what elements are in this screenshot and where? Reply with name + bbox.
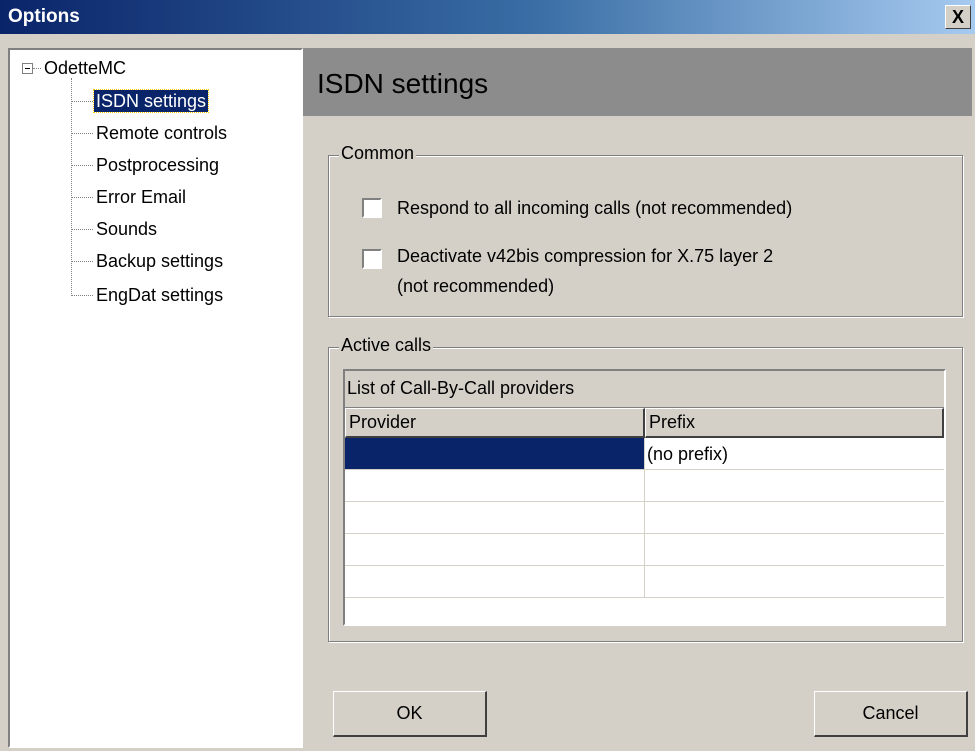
close-icon: X: [951, 7, 964, 27]
provider-cell[interactable]: [345, 534, 645, 566]
table-row[interactable]: (no prefix): [345, 438, 944, 470]
tree-connector: [71, 229, 93, 230]
tree-connector: [71, 295, 93, 296]
page-title: ISDN settings: [317, 68, 489, 99]
tree-item-backup-settings[interactable]: Backup settings: [96, 250, 223, 272]
providers-list[interactable]: List of Call-By-Call providers Provider …: [343, 369, 946, 626]
provider-cell[interactable]: [345, 438, 645, 470]
tree-item-sounds[interactable]: Sounds: [96, 218, 157, 240]
collapse-icon[interactable]: [22, 63, 33, 74]
active-calls-group: Active calls List of Call-By-Call provid…: [328, 335, 963, 642]
table-row[interactable]: [345, 534, 944, 566]
table-row[interactable]: [345, 470, 944, 502]
column-header-prefix[interactable]: Prefix: [645, 408, 944, 438]
tree-connector: [71, 197, 93, 198]
panel-header: ISDN settings: [303, 48, 972, 116]
window-title: Options: [8, 6, 80, 27]
tree-root-odettemc[interactable]: OdetteMC: [44, 57, 126, 79]
tree-item-postprocessing[interactable]: Postprocessing: [96, 154, 219, 176]
provider-cell[interactable]: [345, 566, 645, 598]
close-button[interactable]: X: [945, 5, 971, 29]
tree-item-error-email[interactable]: Error Email: [96, 186, 186, 208]
active-calls-group-legend: Active calls: [339, 335, 434, 356]
prefix-cell[interactable]: [645, 566, 944, 598]
tree-item-remote-controls[interactable]: Remote controls: [96, 122, 227, 144]
respond-all-calls-label: Respond to all incoming calls (not recom…: [397, 198, 793, 218]
options-tree[interactable]: OdetteMC ISDN settings Remote controls P…: [8, 48, 303, 748]
tree-connector: [71, 261, 93, 262]
provider-cell[interactable]: [345, 470, 645, 502]
deactivate-v42bis-label: Deactivate v42bis compression for X.75 l…: [397, 246, 774, 266]
deactivate-v42bis-checkbox[interactable]: [362, 249, 382, 269]
cancel-button[interactable]: Cancel: [814, 691, 968, 737]
column-header-provider[interactable]: Provider: [345, 408, 645, 438]
table-row[interactable]: [345, 566, 944, 598]
table-row[interactable]: [345, 502, 944, 534]
respond-all-calls-checkbox[interactable]: [362, 198, 382, 218]
title-bar: Options X: [0, 0, 975, 34]
tree-item-isdn-settings[interactable]: ISDN settings: [92, 89, 210, 113]
tree-connector: [71, 78, 72, 296]
prefix-cell[interactable]: [645, 502, 944, 534]
tree-connector: [71, 101, 93, 102]
common-group: Common Respond to all incoming calls (no…: [328, 143, 963, 317]
common-group-legend: Common: [339, 143, 417, 164]
prefix-cell[interactable]: [645, 534, 944, 566]
ok-button[interactable]: OK: [333, 691, 487, 737]
prefix-cell[interactable]: [645, 470, 944, 502]
tree-connector: [71, 165, 93, 166]
prefix-cell[interactable]: (no prefix): [645, 438, 944, 470]
provider-cell[interactable]: [345, 502, 645, 534]
tree-item-engdat-settings[interactable]: EngDat settings: [96, 284, 223, 306]
tree-connector: [71, 133, 93, 134]
deactivate-v42bis-label-note: (not recommended): [397, 276, 555, 296]
tree-connector: [33, 68, 41, 69]
providers-list-caption: List of Call-By-Call providers: [345, 371, 944, 408]
